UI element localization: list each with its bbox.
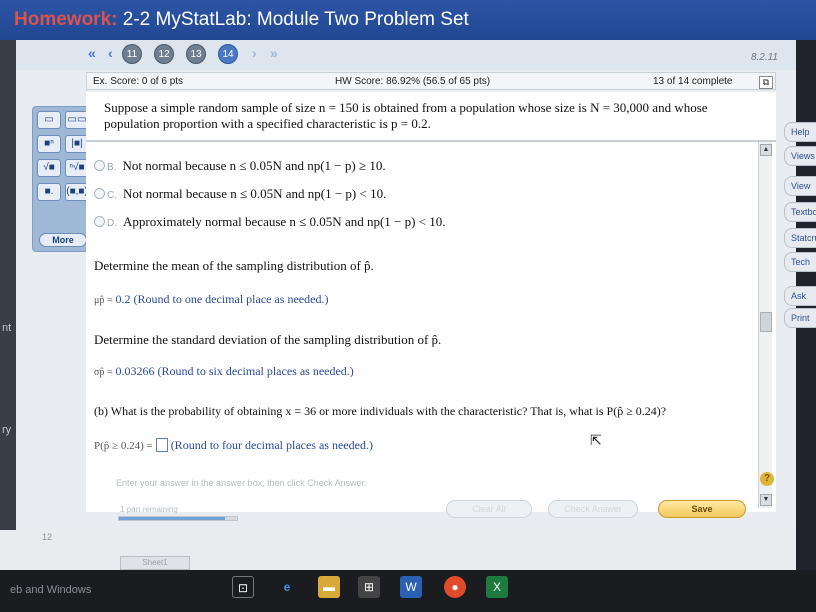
scroll-thumb[interactable] [760,312,772,332]
exercise-score: Ex. Score: 0 of 6 pts [93,76,184,87]
sheet-tab[interactable]: Sheet1 [120,556,190,570]
mean-value[interactable]: 0.2 [116,292,131,306]
decimal-icon[interactable]: ■. [37,183,61,201]
content-divider [86,140,776,142]
stdev-value[interactable]: 0.03266 [116,364,155,378]
question-badge[interactable]: 12 [154,44,174,64]
part-b-answer: P(p̂ ≥ 0.24) = (Round to four decimal pl… [94,438,373,452]
mean-answer: μp̂ = 0.2 (Round to one decimal place as… [94,292,329,306]
stdev-answer: σp̂ = 0.03266 (Round to six decimal plac… [94,364,354,378]
left-fragment-text: ry [2,424,12,436]
last-question-button[interactable]: » [270,45,278,61]
assignment-title: 2-2 MyStatLab: Module Two Problem Set [122,9,469,30]
question-badge[interactable]: 13 [186,44,206,64]
taskbar-search[interactable]: eb and Windows [0,576,210,604]
version-number: 8.2.11 [750,52,778,63]
content-scrollbar[interactable]: ▲ ▼ [758,142,772,508]
square-root-icon[interactable]: √■ [37,159,61,177]
scroll-up-icon[interactable]: ▲ [760,144,772,156]
question-content: Suppose a simple random sample of size n… [86,92,776,512]
save-button[interactable]: Save [658,500,746,518]
task-view-icon[interactable]: ⊡ [232,576,254,598]
question-navigation: « ‹ 11 12 13 14 › » 8.2.11 [16,40,796,70]
menu-item[interactable]: Tech [784,252,816,272]
menu-item[interactable]: View [784,176,816,196]
check-answer-button[interactable]: Check Answer [548,500,638,518]
question-badge[interactable]: 11 [122,44,142,64]
more-button[interactable]: More [39,233,87,247]
probability-answer-input[interactable] [155,438,168,452]
previous-question-button[interactable]: ‹ [108,45,113,61]
math-palette: ▭ ▭▭ ■ⁿ |■| √■ ⁿ√■ ■. (■,■) More [32,106,92,252]
homework-panel: « ‹ 11 12 13 14 › » 8.2.11 Ex. Score: 0 … [16,40,796,570]
store-icon[interactable]: ⊞ [358,576,380,598]
menu-item[interactable]: Help [784,122,816,142]
answer-choice[interactable]: B. Not normal because n ≤ 0.05N and np(1 … [94,158,386,174]
menu-item[interactable]: Statcrunch [784,228,816,248]
progress-bar [118,516,238,521]
part-b-question: (b) What is the probability of obtaining… [94,404,667,418]
clear-all-button[interactable]: Clear All [446,500,532,518]
menu-item[interactable]: Print [784,308,816,328]
file-explorer-icon[interactable]: ▬ [318,576,340,598]
fraction-icon[interactable]: ▭ [37,111,61,129]
problem-statement: Suppose a simple random sample of size n… [104,100,708,131]
radio-button[interactable] [94,216,105,227]
word-icon[interactable]: W [400,576,422,598]
mouse-cursor-icon: ⇱ [590,432,602,448]
row-number: 12 [42,532,53,542]
first-question-button[interactable]: « [88,45,96,61]
left-background-strip: nt ry [0,40,16,570]
answer-choice[interactable]: D. Approximately normal because n ≤ 0.05N… [94,214,446,230]
exponent-icon[interactable]: ■ⁿ [37,135,61,153]
instructions-text: Enter your answer in the answer box, the… [116,478,367,488]
left-fragment-text: nt [2,322,12,334]
stdev-question: Determine the standard deviation of the … [94,332,442,347]
help-icon[interactable]: ? [760,472,774,486]
expand-icon[interactable]: ⧉ [759,76,773,89]
homework-score: HW Score: 86.92% (56.5 of 65 pts) [335,76,491,87]
menu-item[interactable]: Ask [784,286,816,306]
menu-item[interactable]: Views [784,146,816,166]
radio-button[interactable] [94,160,105,171]
edge-browser-icon[interactable]: e [276,576,298,598]
menu-item[interactable]: Textbook [784,202,816,222]
completion-status: 13 of 14 complete [653,76,733,87]
radio-button[interactable] [94,188,105,199]
chrome-icon[interactable]: ● [444,576,466,598]
window-title-bar: Homework: 2-2 MyStatLab: Module Two Prob… [0,0,816,40]
progress-fill [119,517,226,520]
scroll-down-icon[interactable]: ▼ [760,494,772,506]
score-bar: Ex. Score: 0 of 6 pts HW Score: 86.92% (… [86,72,776,90]
parts-remaining-label: 1 part remaining [120,505,178,514]
mean-question: Determine the mean of the sampling distr… [94,258,374,273]
answer-choice[interactable]: C. Not normal because n ≤ 0.05N and np(1 … [94,186,386,202]
excel-icon[interactable]: X [486,576,508,598]
homework-label: Homework: [14,9,118,30]
next-question-button[interactable]: › [252,45,257,61]
current-question-badge[interactable]: 14 [218,44,238,64]
